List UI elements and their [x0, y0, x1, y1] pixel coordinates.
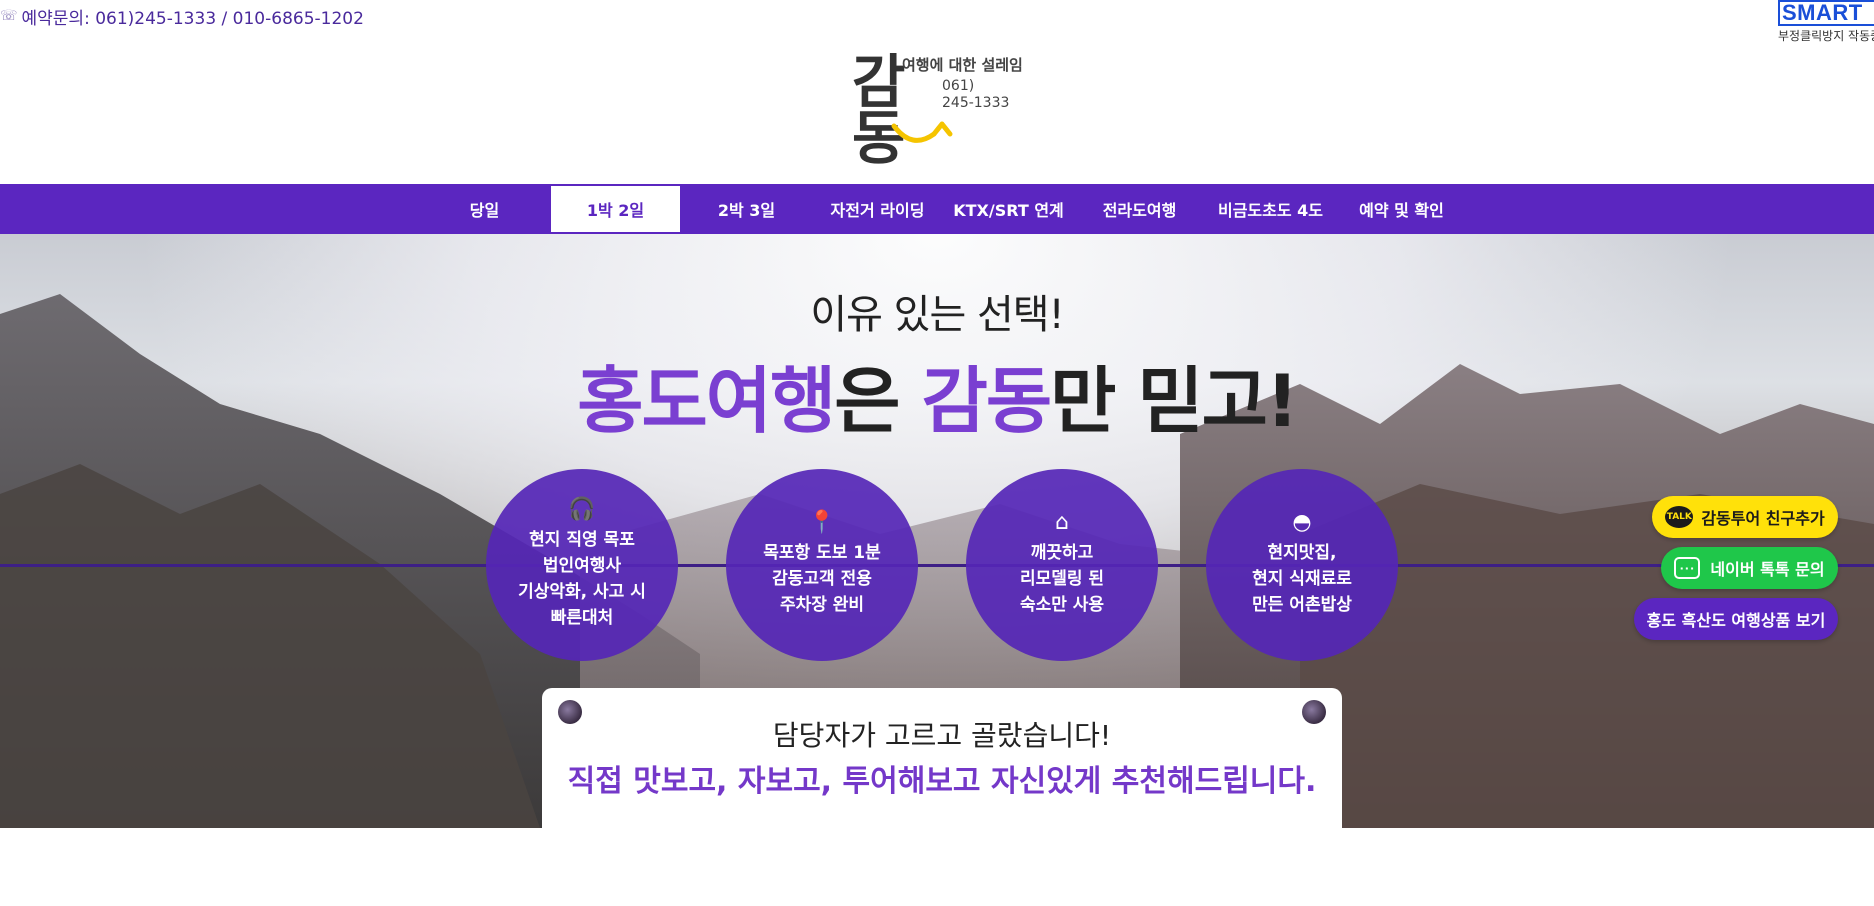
- nav-item-day-trip[interactable]: 당일: [419, 184, 550, 234]
- feature-circle-parking: 📍 목포항 도보 1분 감동고객 전용 주차장 완비: [726, 469, 918, 661]
- hongdo-products-button[interactable]: 홍도 흑산도 여행상품 보기: [1634, 598, 1838, 640]
- feature-text-line: 감동고객 전용: [772, 569, 872, 589]
- feature-text-line: 만든 어촌밥상: [1252, 595, 1352, 615]
- recommend-card-subtitle: 직접 맛보고, 자보고, 투어해보고 자신있게 추천해드립니다.: [567, 764, 1317, 799]
- hero-heading-small: 이유 있는 선택!: [810, 292, 1064, 338]
- contact-bar: ☏ 예약문의: 061)245-1333 / 010-6865-1202: [0, 4, 364, 29]
- nav-item-bigeumdo-4islands[interactable]: 비금도초도 4도: [1205, 184, 1336, 234]
- recommend-card: 담당자가 고르고 골랐습니다! 직접 맛보고, 자보고, 투어해보고 자신있게 …: [542, 688, 1342, 828]
- naver-talktalk-label: 네이버 톡톡 문의: [1710, 560, 1825, 579]
- feature-circle-local-agency: 🎧 현지 직영 목포 법인여행사 기상악화, 사고 시 빠른대처: [486, 469, 678, 661]
- smart-badge: SMART 부정클릭방지 작동중: [1778, 0, 1874, 44]
- feature-text-line: 기상악화, 사고 시: [518, 582, 646, 602]
- feature-text-line: 빠른대처: [550, 608, 614, 628]
- hero-heading-hongdo: 홍도여행: [577, 359, 836, 443]
- site-logo[interactable]: 감 동 여행에 대한 설레임 061) 245-1333: [852, 50, 1042, 168]
- naver-talktalk-button[interactable]: ··· 네이버 톡톡 문의: [1661, 547, 1838, 589]
- smart-badge-label: SMART: [1778, 0, 1874, 26]
- kakao-add-friend-button[interactable]: TALK 감동투어 친구추가: [1652, 496, 1838, 538]
- feature-text-line: 법인여행사: [542, 556, 622, 576]
- hero-divider-line: [0, 564, 1874, 567]
- smart-badge-sub: 부정클릭방지 작동중: [1778, 29, 1874, 43]
- kakao-talk-icon: TALK: [1665, 506, 1694, 528]
- nav-item-1night-2days[interactable]: 1박 2일: [550, 185, 681, 233]
- smile-icon: [891, 121, 953, 143]
- nav-item-ktx-srt[interactable]: KTX/SRT 연계: [943, 184, 1074, 234]
- headset-icon: 🎧: [568, 497, 596, 522]
- logo-tagline: 여행에 대한 설레임: [902, 56, 1023, 74]
- feature-text-line: 주차장 완비: [779, 595, 865, 615]
- contact-text: 예약문의: 061)245-1333 / 010-6865-1202: [21, 8, 364, 29]
- feature-text-line: 현지맛집,: [1267, 543, 1337, 563]
- hero-banner: 이유 있는 선택! 홍도여행은 감동만 믿고! 🎧 현지 직영 목포 법인여행사…: [0, 234, 1874, 828]
- feature-text-line: 현지 식재료로: [1252, 569, 1352, 589]
- hero-heading-trust: 만 믿고!: [1050, 359, 1299, 443]
- phone-icon: ☏: [0, 8, 18, 24]
- nav-item-reservation[interactable]: 예약 및 확인: [1336, 184, 1467, 234]
- feature-text-line: 깨끗하고: [1030, 543, 1094, 563]
- food-cloche-icon: ◓: [1292, 510, 1312, 535]
- chat-bubble-icon: ···: [1674, 557, 1701, 579]
- house-icon: ⌂: [1055, 510, 1069, 535]
- nav-item-2nights-3days[interactable]: 2박 3일: [681, 184, 812, 234]
- recommend-card-title: 담당자가 고르고 골랐습니다!: [772, 719, 1112, 752]
- location-pin-icon: 📍: [808, 510, 836, 535]
- logo-phone-line2: 245-1333: [942, 95, 1010, 111]
- hero-heading-large: 홍도여행은 감동만 믿고!: [0, 342, 1874, 447]
- feature-circle-lodging: ⌂ 깨끗하고 리모델링 된 숙소만 사용: [966, 469, 1158, 661]
- hero-heading-eun: 은: [834, 359, 922, 443]
- feature-text-line: 현지 직영 목포: [529, 530, 635, 550]
- nav-item-bike-riding[interactable]: 자전거 라이딩: [812, 184, 943, 234]
- logo-phone-line1: 061): [942, 78, 975, 94]
- logo-brand: 감 동: [852, 52, 905, 168]
- hero-heading-gamdong: 감동: [921, 359, 1052, 443]
- main-nav: 당일 1박 2일 2박 3일 자전거 라이딩 KTX/SRT 연계 전라도여행 …: [0, 184, 1874, 234]
- nav-item-jeolla-travel[interactable]: 전라도여행: [1074, 184, 1205, 234]
- kakao-add-friend-label: 감동투어 친구추가: [1701, 509, 1825, 528]
- feature-circle-food: ◓ 현지맛집, 현지 식재료로 만든 어촌밥상: [1206, 469, 1398, 661]
- feature-text-line: 목포항 도보 1분: [763, 543, 881, 563]
- feature-text-line: 리모델링 된: [1019, 569, 1105, 589]
- feature-text-line: 숙소만 사용: [1019, 595, 1105, 615]
- nav-list: 당일 1박 2일 2박 3일 자전거 라이딩 KTX/SRT 연계 전라도여행 …: [419, 184, 1467, 234]
